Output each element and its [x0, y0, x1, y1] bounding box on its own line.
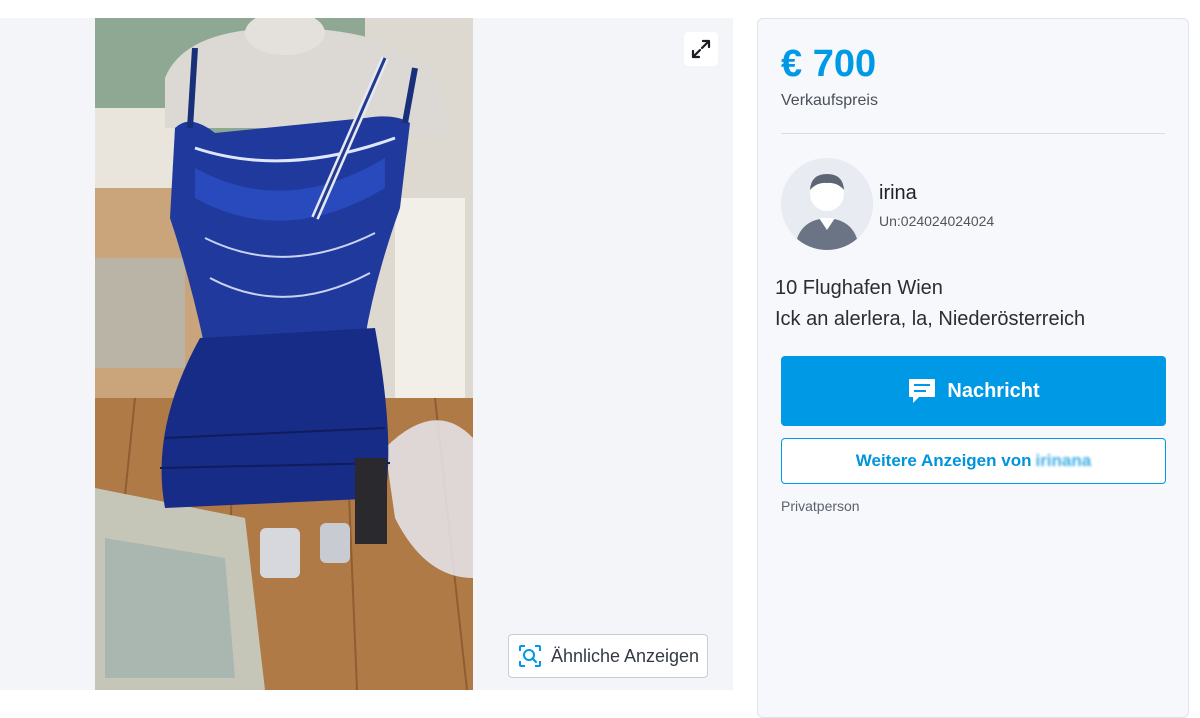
seller-name[interactable]: irina [879, 182, 917, 205]
expand-button[interactable] [684, 32, 718, 66]
member-since: Un:024024024024 [879, 213, 995, 229]
image-search-icon [518, 645, 541, 667]
similar-ads-button[interactable]: Ähnliche Anzeigen [508, 634, 708, 678]
similar-ads-label: Ähnliche Anzeigen [550, 645, 700, 666]
divider [781, 133, 1165, 134]
listing-photo[interactable] [95, 18, 473, 690]
expand-arrows-icon [691, 39, 711, 59]
dress-photo-illustration [95, 18, 473, 690]
location-line-2: Ick an alerlera, la, Niederösterreich [775, 308, 1086, 330]
more-ads-seller-name: irinana [1035, 451, 1092, 470]
user-avatar-icon [781, 158, 873, 250]
message-button[interactable]: Nachricht [781, 356, 1166, 426]
price-label: Verkaufspreis [781, 92, 878, 109]
image-gallery: Ähnliche Anzeigen [0, 18, 733, 690]
price: € 700 [781, 43, 877, 85]
seller-type: Privatperson [781, 498, 860, 514]
chat-bubble-icon [909, 379, 936, 403]
more-ads-label: Weitere Anzeigen von [855, 451, 1032, 470]
location-line-1: 10 Flughafen Wien [775, 277, 943, 299]
message-label: Nachricht [947, 379, 1040, 402]
avatar[interactable] [781, 158, 873, 250]
listing-sidebar: € 700 Verkaufspreis irina Un:02402402402… [757, 18, 1189, 718]
more-ads-button[interactable]: Weitere Anzeigen von irinana [781, 438, 1166, 484]
